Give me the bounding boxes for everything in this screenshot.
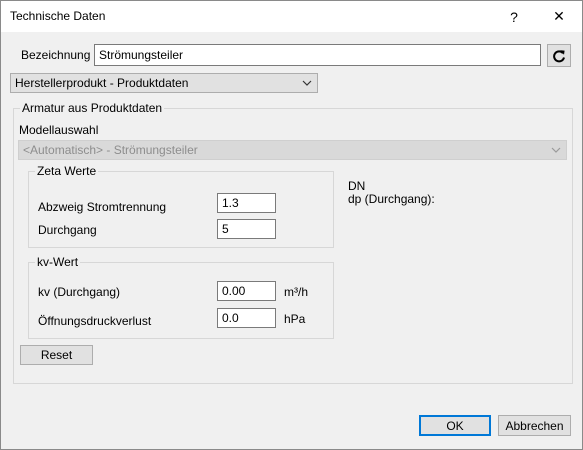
zeta-durchgang-input[interactable]: 5 bbox=[217, 219, 276, 239]
bezeichnung-input[interactable]: Strömungsteiler bbox=[94, 44, 541, 66]
source-combo[interactable]: Herstellerprodukt - Produktdaten bbox=[10, 73, 318, 93]
title-bar: Technische Daten ? ✕ bbox=[1, 1, 582, 32]
reset-button[interactable]: Reset bbox=[20, 345, 93, 365]
zeta-row-label: Abzweig Stromtrennung bbox=[38, 200, 167, 214]
chevron-down-icon bbox=[551, 141, 561, 159]
pressure-unit: hPa bbox=[284, 312, 306, 326]
kv-unit: m³/h bbox=[284, 285, 308, 299]
kv-durchgang-value: 0.00 bbox=[222, 284, 246, 298]
modell-combo-value: <Automatisch> - Strömungsteiler bbox=[23, 143, 198, 157]
zeta-abzweig-input[interactable]: 1.3 bbox=[217, 193, 276, 213]
close-icon: ✕ bbox=[553, 8, 565, 24]
refresh-button[interactable] bbox=[547, 44, 571, 67]
zeta-abzweig-value: 1.3 bbox=[222, 196, 239, 210]
kv-group-legend: kv-Wert bbox=[35, 255, 81, 269]
zeta-durchgang-value: 5 bbox=[222, 222, 229, 236]
zeta-row-label: Durchgang bbox=[38, 223, 97, 237]
cancel-button[interactable]: Abbrechen bbox=[498, 415, 571, 436]
help-button[interactable]: ? bbox=[492, 1, 536, 32]
bezeichnung-value: Strömungsteiler bbox=[99, 48, 184, 62]
armatur-group-legend: Armatur aus Produktdaten bbox=[20, 101, 165, 115]
kv-durchgang-input[interactable]: 0.00 bbox=[217, 281, 276, 301]
ok-button[interactable]: OK bbox=[419, 415, 491, 436]
refresh-icon bbox=[553, 49, 565, 62]
modell-combo[interactable]: <Automatisch> - Strömungsteiler bbox=[18, 140, 567, 160]
dp-label: dp (Durchgang): bbox=[348, 192, 435, 206]
oeffnungsdruckverlust-input[interactable]: 0.0 bbox=[217, 308, 276, 328]
dn-label: DN bbox=[348, 179, 366, 193]
zeta-group-legend: Zeta Werte bbox=[35, 164, 99, 178]
chevron-down-icon bbox=[302, 74, 312, 92]
close-button[interactable]: ✕ bbox=[537, 1, 581, 32]
kv-row-label: kv (Durchgang) bbox=[38, 285, 121, 299]
bezeichnung-label: Bezeichnung bbox=[21, 48, 91, 62]
modellauswahl-label: Modellauswahl bbox=[19, 123, 99, 137]
source-combo-value: Herstellerprodukt - Produktdaten bbox=[15, 76, 189, 90]
help-icon: ? bbox=[510, 8, 518, 25]
oeffnungsdruckverlust-value: 0.0 bbox=[222, 311, 239, 325]
technische-daten-dialog: Technische Daten ? ✕ Bezeichnung Strömun… bbox=[0, 0, 583, 450]
kv-row-label: Öffnungsdruckverlust bbox=[38, 314, 152, 328]
window-title: Technische Daten bbox=[10, 9, 106, 23]
